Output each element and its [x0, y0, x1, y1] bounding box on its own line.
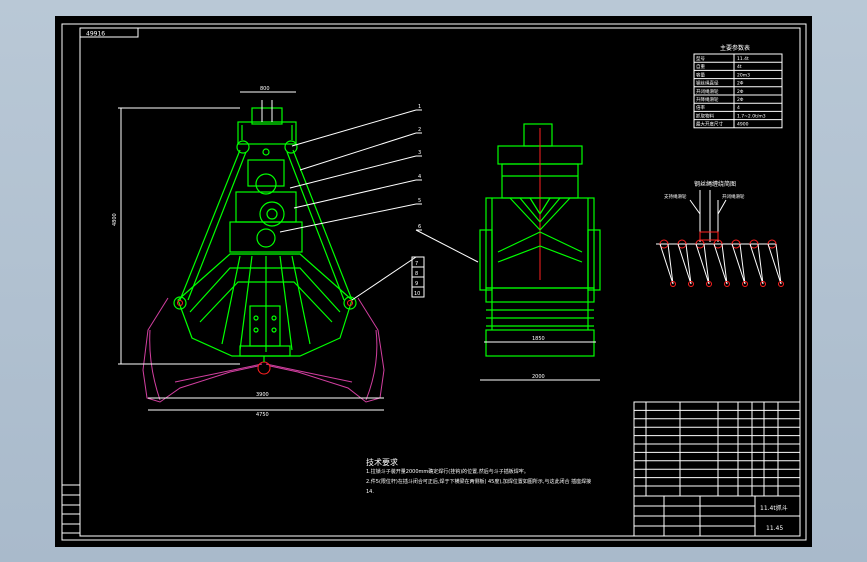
rope-label-left: 支持绳滑轮	[664, 193, 687, 200]
title-block-name: 11.4t抓斗	[760, 504, 788, 512]
drawing-canvas: 49916 800 4800 3900 4750 1 2 3 4 5 6 7 8…	[55, 16, 812, 547]
params-row-label: 自重	[696, 63, 705, 70]
params-row-value: 4900	[737, 122, 749, 128]
params-row-value: 20m3	[737, 72, 750, 78]
dim-side-outer: 2000	[532, 374, 545, 380]
params-row-label: 容量	[696, 71, 705, 78]
params-row-value: 4	[737, 105, 740, 111]
params-row-label: 升降绳滑轮	[696, 96, 719, 103]
callout-4: 4	[418, 174, 421, 180]
dim-open-width: 3900	[256, 392, 269, 398]
params-row-value: 4t	[737, 64, 742, 70]
params-table-title: 主要参数表	[720, 44, 750, 52]
params-row-value: 1.7~2.0t/m3	[737, 113, 766, 119]
callout-1: 1	[418, 104, 421, 110]
params-row-label: 开闭绳滑轮	[696, 88, 719, 95]
title-block-code: 11.45	[766, 525, 783, 532]
callout-9: 9	[415, 281, 418, 287]
params-row-value: 2Φ	[737, 97, 744, 103]
params-row-label: 钢丝绳直径	[696, 80, 719, 87]
params-row-value: 2Φ	[737, 81, 744, 87]
dim-height: 4800	[112, 213, 118, 226]
notes-line-2: 2.件5(限位杆)在插斗闭合可正后,焊于下横梁在两侧板( 45度),加焊位置如图…	[366, 478, 591, 485]
params-row-label: 抓取物料	[696, 112, 714, 119]
dim-side-inner: 1850	[532, 336, 545, 342]
callout-7: 7	[415, 261, 418, 267]
callout-10: 10	[414, 291, 420, 297]
params-row-value: 2Φ	[737, 89, 744, 95]
dim-max-open: 4750	[256, 412, 269, 418]
notes-heading: 技术要求	[366, 457, 398, 467]
notes-line-1: 1.拉锁斗子装开量2000mm确定焊行(挂钩)的位置,然后与斗子插板焊牢。	[366, 468, 529, 475]
corner-code: 49916	[86, 31, 105, 38]
rope-label-right: 开闭绳滑轮	[722, 193, 745, 200]
dim-top-width: 800	[260, 86, 270, 92]
drawing-sheet	[55, 16, 812, 547]
params-row-label: 型号	[696, 55, 705, 62]
cad-window: 49916 800 4800 3900 4750 1 2 3 4 5 6 7 8…	[0, 0, 867, 562]
params-row-label: 最大开度尺寸	[696, 121, 723, 128]
callout-8: 8	[415, 271, 418, 277]
notes-line-3: 14.	[366, 489, 374, 495]
params-row-value: 11.4t	[737, 56, 749, 62]
callout-2: 2	[418, 127, 421, 133]
params-row-label: 倍率	[696, 104, 705, 111]
callout-5: 5	[418, 198, 421, 204]
callout-6: 6	[418, 224, 421, 230]
callout-3: 3	[418, 150, 421, 156]
rope-diagram-title: 钢丝绳缠绕简图	[694, 180, 736, 188]
